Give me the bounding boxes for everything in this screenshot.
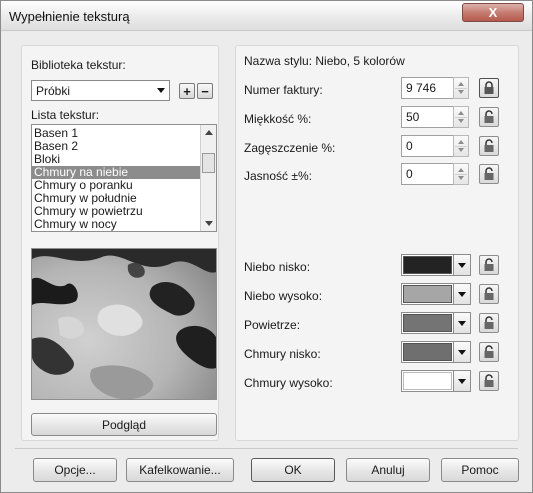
preview-button[interactable]: Podgląd <box>31 413 217 436</box>
chevron-down-icon <box>153 81 169 100</box>
texture-list-scrollbar[interactable] <box>200 125 216 231</box>
texture-number-field[interactable]: 9 746 <box>401 77 457 99</box>
clouds-low-swatch <box>403 343 452 361</box>
clouds-high-swatch <box>403 372 452 390</box>
density-value: 0 <box>406 139 413 153</box>
texture-library-value: Próbki <box>36 84 71 98</box>
sky-texture-image <box>32 249 216 399</box>
lock-icon[interactable] <box>479 78 499 98</box>
texture-preview <box>31 248 217 400</box>
lock-icon[interactable] <box>479 136 499 156</box>
label-softness: Miękkość %: <box>244 112 312 126</box>
softness-field[interactable]: 50 <box>401 106 457 128</box>
chevron-down-icon[interactable] <box>453 255 470 275</box>
remove-library-button[interactable]: − <box>197 83 213 99</box>
brightness-field[interactable]: 0 <box>401 163 457 185</box>
lock-icon[interactable] <box>479 164 499 184</box>
lock-icon[interactable] <box>479 284 499 304</box>
style-name-label: Nazwa stylu: Niebo, 5 kolorów <box>244 54 405 68</box>
options-button-label: Opcje... <box>54 463 96 477</box>
add-library-button[interactable]: + <box>179 83 195 99</box>
lock-icon[interactable] <box>479 371 499 391</box>
clouds-low-color-picker[interactable] <box>401 341 471 363</box>
tiling-button[interactable]: Kafelkowanie... <box>126 458 234 482</box>
texture-library-label: Biblioteka tekstur: <box>31 58 126 72</box>
label-clouds-high: Chmury wysoko: <box>244 376 333 390</box>
ok-button[interactable]: OK <box>251 458 335 482</box>
chevron-down-icon[interactable] <box>453 371 470 391</box>
texture-library-select[interactable]: Próbki <box>31 80 170 101</box>
density-spinner[interactable] <box>453 135 469 157</box>
texture-fill-dialog: Wypełnienie teksturą X Biblioteka tekstu… <box>0 0 533 493</box>
close-icon: X <box>488 5 498 20</box>
help-button[interactable]: Pomoc <box>441 458 519 482</box>
texture-list-item[interactable]: Chmury w nocy <box>32 218 201 231</box>
plus-icon: + <box>183 83 191 99</box>
footer-divider <box>15 448 518 449</box>
softness-spinner[interactable] <box>453 106 469 128</box>
cancel-button[interactable]: Anuluj <box>346 458 430 482</box>
density-field[interactable]: 0 <box>401 135 457 157</box>
sky-high-color-picker[interactable] <box>401 283 471 305</box>
minus-icon: − <box>201 83 209 99</box>
air-color-picker[interactable] <box>401 312 471 334</box>
texture-list[interactable]: Basen 1 Basen 2 Bloki Chmury na niebie Chmur… <box>31 124 217 232</box>
label-brightness: Jasność ±%: <box>244 169 312 183</box>
lock-icon[interactable] <box>479 255 499 275</box>
lock-icon[interactable] <box>479 313 499 333</box>
help-button-label: Pomoc <box>461 463 499 477</box>
preview-button-label: Podgląd <box>101 417 147 432</box>
close-button[interactable]: X <box>462 3 524 22</box>
lock-icon[interactable] <box>479 342 499 362</box>
sky-high-swatch <box>403 285 452 303</box>
tiling-button-label: Kafelkowanie... <box>139 463 221 477</box>
label-texture-number: Numer faktury: <box>244 83 323 97</box>
label-clouds-low: Chmury nisko: <box>244 347 321 361</box>
chevron-down-icon[interactable] <box>453 342 470 362</box>
scroll-thumb[interactable] <box>202 153 215 173</box>
ok-button-label: OK <box>284 463 302 477</box>
chevron-down-icon[interactable] <box>453 284 470 304</box>
cancel-button-label: Anuluj <box>371 463 405 477</box>
clouds-high-color-picker[interactable] <box>401 370 471 392</box>
air-swatch <box>403 314 452 332</box>
scroll-up-icon[interactable] <box>205 130 213 135</box>
label-sky-low: Niebo nisko: <box>244 260 311 274</box>
label-density: Zagęszczenie %: <box>244 141 336 155</box>
texture-list-items: Basen 1 Basen 2 Bloki Chmury na niebie Chmur… <box>32 127 201 231</box>
label-air: Powietrze: <box>244 318 301 332</box>
texture-list-label: Lista tekstur: <box>31 108 100 122</box>
scroll-down-icon[interactable] <box>205 221 213 226</box>
label-sky-high: Niebo wysoko: <box>244 289 323 303</box>
texture-number-value: 9 746 <box>406 81 437 95</box>
brightness-spinner[interactable] <box>453 163 469 185</box>
texture-number-spinner[interactable] <box>453 77 469 99</box>
title-bar[interactable]: Wypełnienie teksturą X <box>1 1 532 31</box>
lock-icon[interactable] <box>479 107 499 127</box>
chevron-down-icon[interactable] <box>453 313 470 333</box>
window-title: Wypełnienie teksturą <box>9 9 130 24</box>
options-button[interactable]: Opcje... <box>33 458 117 482</box>
brightness-value: 0 <box>406 167 413 181</box>
sky-low-swatch <box>403 256 452 274</box>
softness-value: 50 <box>406 110 420 124</box>
sky-low-color-picker[interactable] <box>401 254 471 276</box>
